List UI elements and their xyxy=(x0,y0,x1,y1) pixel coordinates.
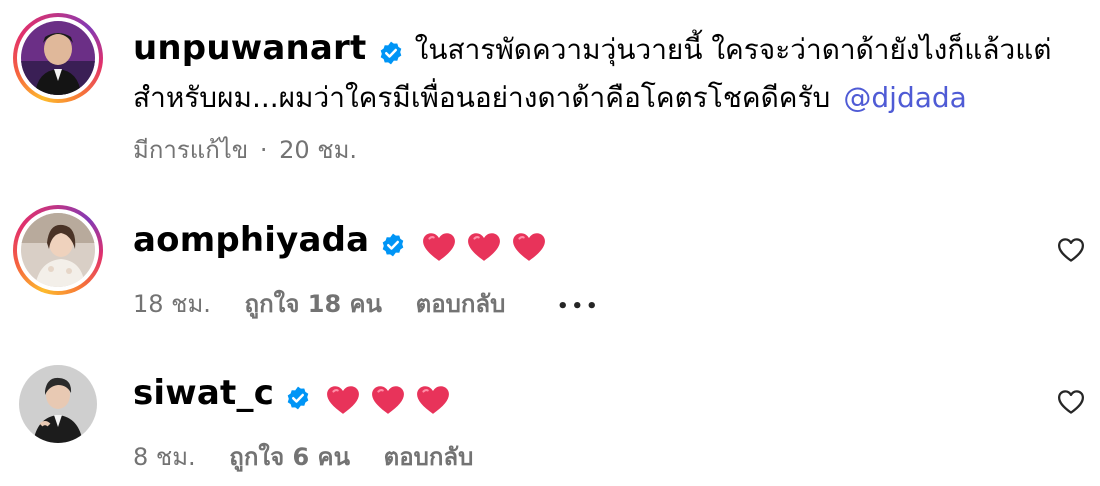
caption-line-1: unpuwanart ในสารพัดความวุ่นวายนี้ ใครจะว… xyxy=(133,28,1051,72)
comment-body: aomphiyada xyxy=(133,220,546,262)
verified-badge-icon xyxy=(380,232,406,262)
red-heart-emoji xyxy=(512,232,545,261)
comment-text xyxy=(422,232,546,261)
red-heart-emoji xyxy=(417,385,450,414)
edited-label: มีการแก้ไข xyxy=(133,136,249,164)
heart-outline-icon[interactable] xyxy=(1056,235,1086,265)
verified-badge-icon xyxy=(285,385,311,415)
comment-text xyxy=(326,385,450,414)
avatar[interactable] xyxy=(21,213,95,287)
comment-username[interactable]: aomphiyada xyxy=(133,220,369,260)
red-heart-emoji xyxy=(467,232,500,261)
meta-separator: · xyxy=(259,136,268,164)
avatar[interactable] xyxy=(21,21,95,95)
heart-outline-icon[interactable] xyxy=(1056,387,1086,417)
comment-item: siwat_c 8 ชม. ถูกใจ 6 คน ตอบกลับ xyxy=(0,345,1100,475)
avatar[interactable] xyxy=(19,365,97,443)
caption-line-2: สำหรับผม...ผมว่าใครมีเพื่อนอย่างดาด้าคือ… xyxy=(133,76,967,120)
caption-timestamp[interactable]: 20 ชม. xyxy=(279,136,357,164)
comment-meta: 8 ชม. ถูกใจ 6 คน ตอบกลับ xyxy=(133,437,473,476)
caption-username[interactable]: unpuwanart xyxy=(133,28,366,68)
more-options-button[interactable]: ••• xyxy=(557,296,601,317)
caption-block: unpuwanart ในสารพัดความวุ่นวายนี้ ใครจะว… xyxy=(0,0,1100,170)
caption-avatar-ring[interactable] xyxy=(13,13,103,103)
comment-avatar-ring[interactable] xyxy=(13,205,103,295)
reply-button[interactable]: ตอบกลับ xyxy=(416,290,506,318)
comment-body: siwat_c xyxy=(133,373,450,415)
comment-avatar-wrap[interactable] xyxy=(19,365,97,443)
comment-item: aomphiyada 18 ชม. ถูกใจ 18 คน ตอบกลับ ••… xyxy=(0,190,1100,320)
caption-text-line-2: สำหรับผม...ผมว่าใครมีเพื่อนอย่างดาด้าคือ… xyxy=(133,81,831,114)
comment-likes-count[interactable]: ถูกใจ 6 คน xyxy=(229,443,350,471)
red-heart-emoji xyxy=(372,385,405,414)
caption-meta: มีการแก้ไข · 20 ชม. xyxy=(133,130,357,169)
comment-likes-count[interactable]: ถูกใจ 18 คน xyxy=(245,290,382,318)
mention-link[interactable]: @djdada xyxy=(843,81,966,114)
comment-username[interactable]: siwat_c xyxy=(133,373,274,413)
verified-badge-icon xyxy=(378,40,404,70)
comment-meta: 18 ชม. ถูกใจ 18 คน ตอบกลับ ••• xyxy=(133,284,600,323)
red-heart-emoji xyxy=(422,232,455,261)
reply-button[interactable]: ตอบกลับ xyxy=(384,443,474,471)
caption-text-line-1: ในสารพัดความวุ่นวายนี้ ใครจะว่าดาด้ายังไ… xyxy=(414,33,1052,66)
comment-timestamp[interactable]: 18 ชม. xyxy=(133,290,211,318)
red-heart-emoji xyxy=(327,385,360,414)
comment-timestamp[interactable]: 8 ชม. xyxy=(133,443,196,471)
